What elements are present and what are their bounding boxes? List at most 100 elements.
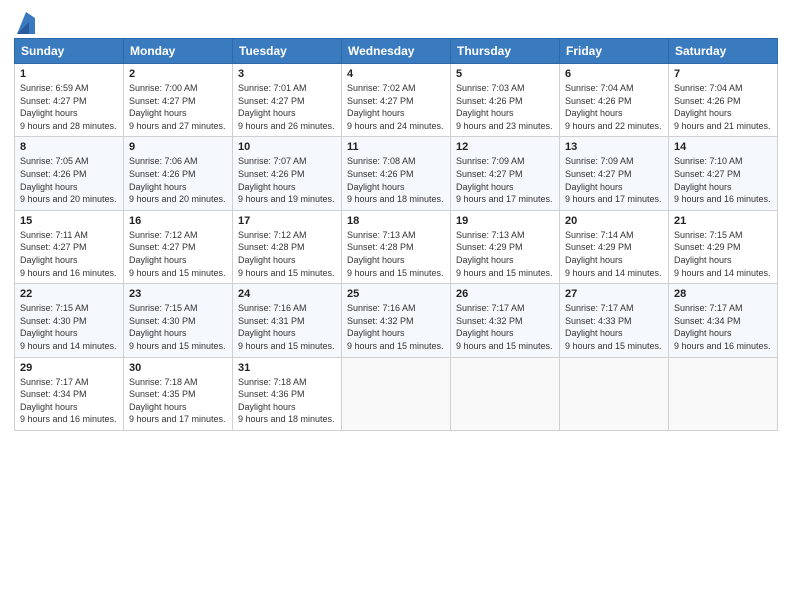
calendar-cell: 13 Sunrise: 7:09 AM Sunset: 4:27 PM Dayl… [560,137,669,210]
calendar-cell: 25 Sunrise: 7:16 AM Sunset: 4:32 PM Dayl… [342,284,451,357]
day-number: 12 [456,141,554,153]
day-number: 6 [565,68,663,80]
day-number: 2 [129,68,227,80]
calendar-cell: 2 Sunrise: 7:00 AM Sunset: 4:27 PM Dayli… [124,64,233,137]
day-detail: Sunrise: 7:15 AM Sunset: 4:30 PM Dayligh… [20,302,118,352]
calendar-cell: 3 Sunrise: 7:01 AM Sunset: 4:27 PM Dayli… [233,64,342,137]
calendar-cell: 9 Sunrise: 7:06 AM Sunset: 4:26 PM Dayli… [124,137,233,210]
day-number: 14 [674,141,772,153]
day-number: 16 [129,215,227,227]
calendar-cell: 7 Sunrise: 7:04 AM Sunset: 4:26 PM Dayli… [669,64,778,137]
day-number: 26 [456,288,554,300]
calendar-cell: 1 Sunrise: 6:59 AM Sunset: 4:27 PM Dayli… [15,64,124,137]
day-number: 1 [20,68,118,80]
day-detail: Sunrise: 7:03 AM Sunset: 4:26 PM Dayligh… [456,82,554,132]
day-detail: Sunrise: 7:18 AM Sunset: 4:35 PM Dayligh… [129,376,227,426]
calendar-cell: 26 Sunrise: 7:17 AM Sunset: 4:32 PM Dayl… [451,284,560,357]
calendar-cell: 23 Sunrise: 7:15 AM Sunset: 4:30 PM Dayl… [124,284,233,357]
day-detail: Sunrise: 6:59 AM Sunset: 4:27 PM Dayligh… [20,82,118,132]
day-number: 15 [20,215,118,227]
day-detail: Sunrise: 7:13 AM Sunset: 4:28 PM Dayligh… [347,229,445,279]
day-detail: Sunrise: 7:17 AM Sunset: 4:32 PM Dayligh… [456,302,554,352]
day-number: 28 [674,288,772,300]
calendar-cell: 24 Sunrise: 7:16 AM Sunset: 4:31 PM Dayl… [233,284,342,357]
calendar-cell: 19 Sunrise: 7:13 AM Sunset: 4:29 PM Dayl… [451,210,560,283]
day-number: 3 [238,68,336,80]
calendar-cell: 15 Sunrise: 7:11 AM Sunset: 4:27 PM Dayl… [15,210,124,283]
day-detail: Sunrise: 7:07 AM Sunset: 4:26 PM Dayligh… [238,155,336,205]
day-detail: Sunrise: 7:18 AM Sunset: 4:36 PM Dayligh… [238,376,336,426]
day-detail: Sunrise: 7:17 AM Sunset: 4:34 PM Dayligh… [674,302,772,352]
day-detail: Sunrise: 7:02 AM Sunset: 4:27 PM Dayligh… [347,82,445,132]
day-number: 10 [238,141,336,153]
day-detail: Sunrise: 7:15 AM Sunset: 4:29 PM Dayligh… [674,229,772,279]
calendar-cell [451,357,560,430]
day-detail: Sunrise: 7:12 AM Sunset: 4:27 PM Dayligh… [129,229,227,279]
day-number: 22 [20,288,118,300]
day-detail: Sunrise: 7:17 AM Sunset: 4:33 PM Dayligh… [565,302,663,352]
day-number: 5 [456,68,554,80]
day-detail: Sunrise: 7:11 AM Sunset: 4:27 PM Dayligh… [20,229,118,279]
calendar-cell: 10 Sunrise: 7:07 AM Sunset: 4:26 PM Dayl… [233,137,342,210]
day-detail: Sunrise: 7:09 AM Sunset: 4:27 PM Dayligh… [565,155,663,205]
calendar-cell [669,357,778,430]
header [14,10,778,34]
calendar-cell: 21 Sunrise: 7:15 AM Sunset: 4:29 PM Dayl… [669,210,778,283]
day-number: 4 [347,68,445,80]
calendar-cell: 12 Sunrise: 7:09 AM Sunset: 4:27 PM Dayl… [451,137,560,210]
day-number: 18 [347,215,445,227]
calendar-cell [560,357,669,430]
day-number: 21 [674,215,772,227]
day-number: 30 [129,362,227,374]
calendar-cell: 11 Sunrise: 7:08 AM Sunset: 4:26 PM Dayl… [342,137,451,210]
day-detail: Sunrise: 7:14 AM Sunset: 4:29 PM Dayligh… [565,229,663,279]
day-detail: Sunrise: 7:06 AM Sunset: 4:26 PM Dayligh… [129,155,227,205]
calendar-cell: 17 Sunrise: 7:12 AM Sunset: 4:28 PM Dayl… [233,210,342,283]
day-number: 19 [456,215,554,227]
calendar-cell: 29 Sunrise: 7:17 AM Sunset: 4:34 PM Dayl… [15,357,124,430]
day-number: 8 [20,141,118,153]
calendar-cell: 6 Sunrise: 7:04 AM Sunset: 4:26 PM Dayli… [560,64,669,137]
calendar-cell: 16 Sunrise: 7:12 AM Sunset: 4:27 PM Dayl… [124,210,233,283]
day-number: 31 [238,362,336,374]
day-detail: Sunrise: 7:04 AM Sunset: 4:26 PM Dayligh… [565,82,663,132]
day-header: Thursday [451,39,560,64]
calendar-cell: 30 Sunrise: 7:18 AM Sunset: 4:35 PM Dayl… [124,357,233,430]
calendar-cell: 14 Sunrise: 7:10 AM Sunset: 4:27 PM Dayl… [669,137,778,210]
calendar-cell: 5 Sunrise: 7:03 AM Sunset: 4:26 PM Dayli… [451,64,560,137]
day-detail: Sunrise: 7:08 AM Sunset: 4:26 PM Dayligh… [347,155,445,205]
calendar-cell: 22 Sunrise: 7:15 AM Sunset: 4:30 PM Dayl… [15,284,124,357]
day-number: 29 [20,362,118,374]
calendar-cell: 20 Sunrise: 7:14 AM Sunset: 4:29 PM Dayl… [560,210,669,283]
day-detail: Sunrise: 7:04 AM Sunset: 4:26 PM Dayligh… [674,82,772,132]
calendar-cell: 18 Sunrise: 7:13 AM Sunset: 4:28 PM Dayl… [342,210,451,283]
calendar-cell: 27 Sunrise: 7:17 AM Sunset: 4:33 PM Dayl… [560,284,669,357]
day-number: 11 [347,141,445,153]
day-detail: Sunrise: 7:01 AM Sunset: 4:27 PM Dayligh… [238,82,336,132]
calendar-cell: 8 Sunrise: 7:05 AM Sunset: 4:26 PM Dayli… [15,137,124,210]
calendar-cell: 4 Sunrise: 7:02 AM Sunset: 4:27 PM Dayli… [342,64,451,137]
day-detail: Sunrise: 7:16 AM Sunset: 4:32 PM Dayligh… [347,302,445,352]
day-number: 9 [129,141,227,153]
logo [14,14,35,34]
day-header: Wednesday [342,39,451,64]
day-detail: Sunrise: 7:10 AM Sunset: 4:27 PM Dayligh… [674,155,772,205]
logo-icon [17,12,35,34]
day-detail: Sunrise: 7:05 AM Sunset: 4:26 PM Dayligh… [20,155,118,205]
day-detail: Sunrise: 7:12 AM Sunset: 4:28 PM Dayligh… [238,229,336,279]
day-number: 23 [129,288,227,300]
day-number: 24 [238,288,336,300]
day-header: Monday [124,39,233,64]
day-detail: Sunrise: 7:00 AM Sunset: 4:27 PM Dayligh… [129,82,227,132]
day-number: 7 [674,68,772,80]
page-container: SundayMondayTuesdayWednesdayThursdayFrid… [0,0,792,439]
calendar-cell: 28 Sunrise: 7:17 AM Sunset: 4:34 PM Dayl… [669,284,778,357]
day-detail: Sunrise: 7:15 AM Sunset: 4:30 PM Dayligh… [129,302,227,352]
day-detail: Sunrise: 7:16 AM Sunset: 4:31 PM Dayligh… [238,302,336,352]
day-number: 13 [565,141,663,153]
day-detail: Sunrise: 7:13 AM Sunset: 4:29 PM Dayligh… [456,229,554,279]
day-detail: Sunrise: 7:09 AM Sunset: 4:27 PM Dayligh… [456,155,554,205]
day-header: Tuesday [233,39,342,64]
day-header: Friday [560,39,669,64]
day-header: Saturday [669,39,778,64]
